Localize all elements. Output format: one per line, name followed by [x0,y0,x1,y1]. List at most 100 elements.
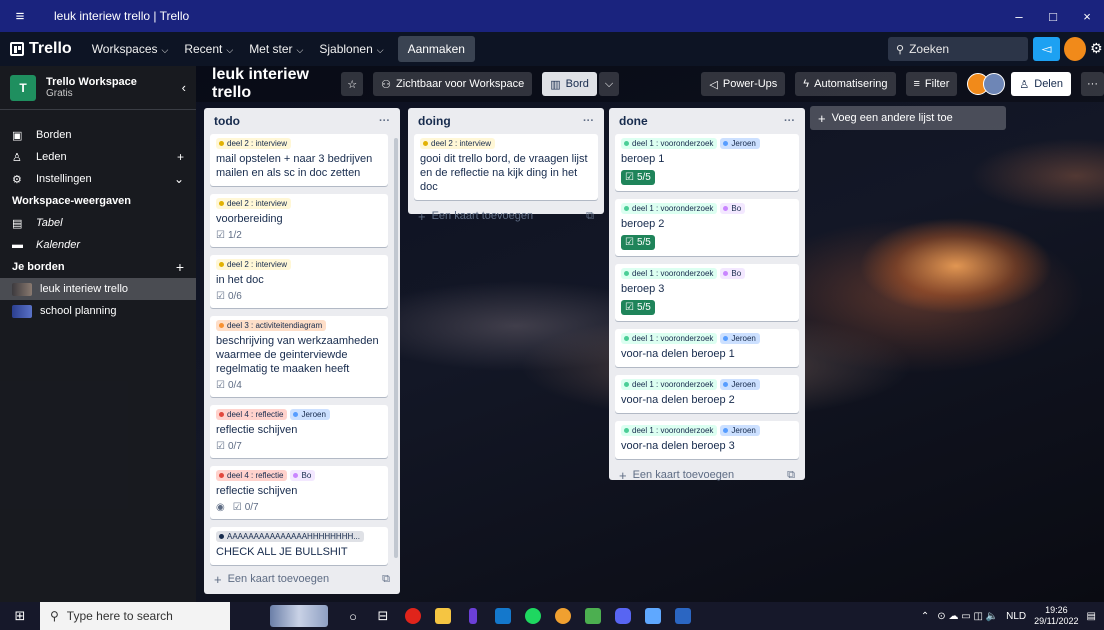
sidebar-item-settings[interactable]: ⚙ Instellingen ⌄ [0,168,196,190]
windows-start-icon[interactable]: ⊞ [0,608,40,624]
list-header[interactable]: done ··· [615,108,799,134]
app-icon[interactable] [638,602,668,630]
card-label[interactable]: Jeroen [720,138,760,149]
card-template-icon[interactable]: ⧉ [586,210,594,223]
add-board-button[interactable]: + [176,259,184,275]
add-card-button[interactable]: + Een kaart toevoegen ⧉ [414,204,598,228]
account-avatar[interactable] [1064,37,1086,61]
minimize-button[interactable]: – [1002,9,1036,24]
automation-button[interactable]: ϟ Automatisering [795,72,896,96]
card[interactable]: deel 1 : vooronderzoek Bo beroep 2 ☑ 5/5 [615,199,799,256]
hamburger-icon[interactable]: ≡ [0,8,40,25]
word-icon[interactable] [668,602,698,630]
trello-app-icon[interactable] [488,602,518,630]
visibility-button[interactable]: ⚇ Zichtbaar voor Workspace [373,72,533,96]
card[interactable]: deel 2 : interview mail opstelen + naar … [210,134,388,186]
card-label[interactable]: Bo [720,203,746,214]
task-view-icon[interactable]: ⊟ [368,602,398,630]
card[interactable]: deel 1 : vooronderzoek Jeroen voor-na de… [615,329,799,367]
clock[interactable]: 19:26 29/11/2022 [1034,605,1078,627]
add-list-button[interactable]: + Voeg een andere lijst toe [810,106,1006,130]
discord-icon[interactable] [608,602,638,630]
board-view-button[interactable]: ▥ Bord [542,72,597,96]
app-icon[interactable] [458,602,488,630]
sidebar-item-members[interactable]: ♙ Leden + [0,146,196,168]
cortana-icon[interactable]: ○ [338,602,368,630]
card-label[interactable]: Jeroen [290,409,330,420]
card[interactable]: AAAAAAAAAAAAAAAHHHHHHHH... CHECK ALL JE … [210,527,388,565]
chevron-down-icon[interactable]: ⌄ [174,172,184,186]
tray-icons[interactable]: ⊙ ☁ ▭ ◫ 🔈 [937,611,998,622]
list-title[interactable]: done [619,114,648,128]
card[interactable]: deel 2 : interview voorbereiding ☑ 1/2 [210,194,388,247]
notifications-button[interactable]: ◅ [1033,37,1060,61]
card[interactable]: deel 4 : reflectie Jeroen reflectie schi… [210,405,388,458]
card-label[interactable]: AAAAAAAAAAAAAAAHHHHHHHH... [216,531,364,542]
sidebar-item-calendar[interactable]: ▬ Kalender [0,234,196,256]
add-member-button[interactable]: + [177,150,184,164]
card-label[interactable]: Jeroen [720,333,760,344]
add-card-button[interactable]: + Een kaart toevoegen ⧉ [615,463,799,487]
card-label[interactable]: deel 1 : vooronderzoek [621,333,718,344]
card[interactable]: deel 2 : interview in het doc ☑ 0/6 [210,255,388,308]
star-button[interactable]: ☆ [341,72,364,96]
list-menu-icon[interactable]: ··· [583,115,594,127]
card-label[interactable]: Bo [290,470,316,481]
list-header[interactable]: todo ··· [210,108,394,134]
card-label[interactable]: deel 1 : vooronderzoek [621,425,718,436]
filter-button[interactable]: ≡ Filter [905,72,958,96]
card[interactable]: deel 1 : vooronderzoek Jeroen beroep 1 ☑… [615,134,799,191]
card[interactable]: deel 1 : vooronderzoek Jeroen voor-na de… [615,375,799,413]
spotify-icon[interactable] [518,602,548,630]
card-label[interactable]: deel 2 : interview [216,259,292,270]
opera-icon[interactable] [398,602,428,630]
language-indicator[interactable]: NLD [1006,611,1026,622]
nav-templates[interactable]: Sjablonen ⌵ [319,42,383,56]
card-template-icon[interactable]: ⧉ [787,469,795,482]
sidebar-item-table[interactable]: ▤ Tabel [0,212,196,234]
board-menu-button[interactable]: ··· [1081,72,1104,96]
card-label[interactable]: deel 2 : interview [216,138,292,149]
chevron-up-icon[interactable]: ⌃ [921,611,929,622]
powerups-button[interactable]: ◁ Power-Ups [701,72,786,96]
minecraft-icon[interactable] [578,602,608,630]
view-switcher-button[interactable]: ⌵ [598,72,620,96]
card-label[interactable]: deel 2 : interview [216,198,292,209]
card-label[interactable]: deel 3 : activiteitendiagram [216,320,327,331]
card-label[interactable]: deel 1 : vooronderzoek [621,268,718,279]
card-label[interactable]: deel 2 : interview [420,138,496,149]
list-header[interactable]: doing ··· [414,108,598,134]
create-button[interactable]: Aanmaken [397,36,475,62]
list-title[interactable]: doing [418,114,451,128]
board-members[interactable] [967,73,1006,95]
card-label[interactable]: Bo [720,268,746,279]
nav-starred[interactable]: Met ster ⌵ [249,42,303,56]
weather-widget[interactable] [270,605,328,627]
add-card-button[interactable]: + Een kaart toevoegen ⧉ [210,567,394,591]
sidebar-board-current[interactable]: leuk interiew trello [0,278,196,300]
maximize-button[interactable]: □ [1036,9,1070,24]
list-scrollbar[interactable] [394,138,398,558]
list-menu-icon[interactable]: ··· [379,115,390,127]
sidebar-board-school-planning[interactable]: school planning [0,300,196,322]
board-title[interactable]: leuk interiew trello [212,66,327,102]
card-label[interactable]: deel 1 : vooronderzoek [621,203,718,214]
collapse-sidebar-icon[interactable]: ‹ [182,80,186,95]
list-title[interactable]: todo [214,114,240,128]
share-button[interactable]: ♙ Delen [1011,72,1071,96]
card-label[interactable]: Jeroen [720,425,760,436]
card[interactable]: deel 2 : interview gooi dit trello bord,… [414,134,598,200]
nav-recent[interactable]: Recent ⌵ [184,42,233,56]
card-template-icon[interactable]: ⧉ [382,573,390,586]
card-label[interactable]: deel 1 : vooronderzoek [621,379,718,390]
taskbar-search-input[interactable]: ⚲ Type here to search [40,602,230,630]
sidebar-item-boards[interactable]: ▣ Borden [0,124,196,146]
close-button[interactable]: × [1070,9,1104,24]
card-label[interactable]: deel 4 : reflectie [216,470,288,481]
app-icon[interactable] [548,602,578,630]
card-label[interactable]: deel 4 : reflectie [216,409,288,420]
card[interactable]: deel 3 : activiteitendiagram beschrijvin… [210,316,388,397]
card-label[interactable]: deel 1 : vooronderzoek [621,138,718,149]
file-explorer-icon[interactable] [428,602,458,630]
search-input[interactable]: ⚲ Zoeken [888,37,1028,61]
